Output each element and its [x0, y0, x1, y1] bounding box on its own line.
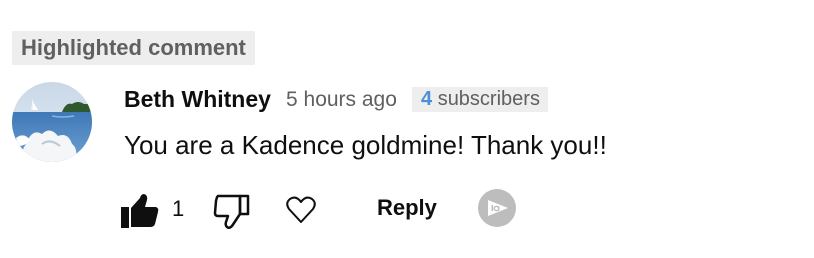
avatar-image [12, 82, 92, 162]
ia-badge-button[interactable] [478, 189, 516, 227]
comment-text: You are a Kadence goldmine! Thank you!! [124, 130, 607, 160]
thumbs-up-icon [121, 194, 159, 228]
like-button[interactable] [120, 190, 160, 230]
subscriber-badge: 4 subscribers [412, 87, 548, 112]
heart-icon [286, 196, 316, 223]
heart-button[interactable] [285, 194, 317, 226]
highlighted-comment-badge: Highlighted comment [12, 31, 255, 65]
highlighted-comment-label: Highlighted comment [21, 35, 246, 60]
avatar[interactable] [12, 82, 92, 162]
ia-badge-icon [488, 200, 508, 216]
thumbs-down-icon [213, 194, 250, 230]
comment-timestamp[interactable]: 5 hours ago [286, 88, 397, 112]
comment-author[interactable]: Beth Whitney [124, 86, 271, 113]
reply-button[interactable]: Reply [377, 195, 437, 221]
subscriber-label: subscribers [437, 88, 540, 110]
dislike-button[interactable] [212, 192, 252, 232]
subscriber-count: 4 [421, 88, 433, 110]
like-count: 1 [172, 196, 185, 221]
